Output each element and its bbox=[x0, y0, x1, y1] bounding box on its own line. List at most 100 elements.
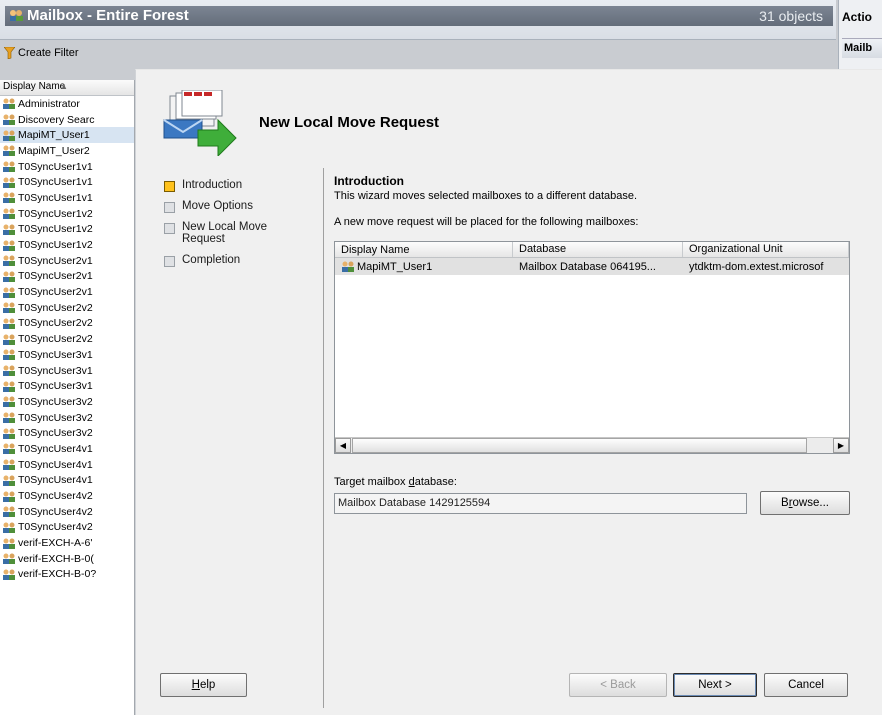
mailbox-list-item[interactable]: T0SyncUser4v2 bbox=[0, 520, 134, 536]
mailbox-list-item[interactable]: T0SyncUser1v2 bbox=[0, 237, 134, 253]
mailbox-user-icon bbox=[3, 553, 15, 565]
next-button[interactable]: Next > bbox=[673, 673, 757, 697]
mailbox-list-item[interactable]: T0SyncUser2v2 bbox=[0, 316, 134, 332]
mailbox-list-item[interactable]: MapiMT_User2 bbox=[0, 143, 134, 159]
create-filter-button[interactable]: Create Filter bbox=[4, 44, 79, 62]
mailbox-user-icon bbox=[3, 365, 15, 377]
step-label: Move Options bbox=[182, 200, 253, 212]
mailbox-list-item[interactable]: Administrator bbox=[0, 96, 134, 112]
grid-cell-text: MapiMT_User1 bbox=[357, 260, 433, 273]
browse-button[interactable]: Browse... bbox=[760, 491, 850, 515]
scroll-left-icon[interactable]: ◀ bbox=[335, 438, 351, 453]
mailbox-list-item[interactable]: Discovery Searc bbox=[0, 112, 134, 128]
mailbox-list-item-label: T0SyncUser1v2 bbox=[18, 239, 93, 252]
mailbox-list-item-label: MapiMT_User1 bbox=[18, 129, 90, 142]
mailbox-list-item[interactable]: T0SyncUser4v2 bbox=[0, 504, 134, 520]
mailbox-list-item-label: T0SyncUser2v2 bbox=[18, 333, 93, 346]
mailbox-list-item[interactable]: T0SyncUser1v2 bbox=[0, 222, 134, 238]
mailbox-list-item-label: T0SyncUser1v1 bbox=[18, 160, 93, 173]
scrollbar-thumb[interactable] bbox=[352, 438, 807, 453]
mailbox-user-icon bbox=[3, 224, 15, 235]
mailbox-user-icon bbox=[3, 381, 15, 392]
mailbox-user-icon bbox=[3, 130, 15, 141]
mailbox-list-item-label: T0SyncUser3v2 bbox=[18, 411, 93, 424]
mailbox-list-item-label: T0SyncUser1v2 bbox=[18, 223, 93, 236]
scroll-right-icon[interactable]: ▶ bbox=[833, 438, 849, 453]
mailbox-user-icon bbox=[3, 192, 15, 204]
mailbox-list-item[interactable]: T0SyncUser4v1 bbox=[0, 473, 134, 489]
mailbox-user-icon bbox=[3, 161, 15, 173]
mailbox-list-item-label: T0SyncUser4v1 bbox=[18, 442, 93, 455]
mailbox-list-item[interactable]: T0SyncUser4v1 bbox=[0, 457, 134, 473]
actions-section-header[interactable]: Mailb bbox=[842, 38, 882, 58]
mailboxes-grid: Display Name Database Organizational Uni… bbox=[334, 241, 850, 454]
step-label: Introduction bbox=[182, 179, 243, 191]
mailbox-list-item[interactable]: T0SyncUser2v1 bbox=[0, 269, 134, 285]
mailbox-list-item-label: T0SyncUser2v2 bbox=[18, 317, 93, 330]
step-marker-icon bbox=[164, 256, 175, 267]
mailbox-list-item[interactable]: T0SyncUser3v1 bbox=[0, 347, 134, 363]
mailbox-user-icon bbox=[3, 475, 15, 486]
mailbox-list-item-label: T0SyncUser3v1 bbox=[18, 348, 93, 361]
mailbox-list-item[interactable]: T0SyncUser2v2 bbox=[0, 300, 134, 316]
sort-ascending-icon: ▲ bbox=[60, 82, 68, 91]
mailbox-user-icon bbox=[3, 349, 15, 361]
cancel-button[interactable]: Cancel bbox=[764, 673, 848, 697]
target-database-field[interactable]: Mailbox Database 1429125594 bbox=[334, 493, 747, 514]
mailbox-user-icon bbox=[3, 334, 15, 345]
mailbox-list-item[interactable]: T0SyncUser4v1 bbox=[0, 441, 134, 457]
target-database-label: Target mailbox database: bbox=[334, 476, 457, 488]
mailbox-list-item[interactable]: T0SyncUser1v1 bbox=[0, 190, 134, 206]
back-button[interactable]: < Back bbox=[569, 673, 667, 697]
mailbox-user-icon bbox=[3, 98, 15, 110]
column-display-name[interactable]: Display Name bbox=[335, 242, 513, 257]
step-label: Completion bbox=[182, 254, 241, 266]
horizontal-scrollbar[interactable]: ◀ ▶ bbox=[335, 437, 849, 453]
mailbox-user-icon bbox=[3, 177, 15, 188]
mailbox-user-icon bbox=[3, 491, 15, 502]
mailbox-list-item[interactable]: T0SyncUser3v2 bbox=[0, 425, 134, 441]
mailbox-list-item-label: verif-EXCH-B-0( bbox=[18, 552, 94, 565]
mailbox-list-item[interactable]: verif-EXCH-A-6' bbox=[0, 535, 134, 551]
object-count: 31 objects bbox=[759, 8, 823, 24]
mailbox-list-item[interactable]: verif-EXCH-B-0? bbox=[0, 567, 134, 583]
mailbox-list-item[interactable]: T0SyncUser2v1 bbox=[0, 284, 134, 300]
mailbox-user-icon bbox=[342, 261, 354, 272]
page-description: This wizard moves selected mailboxes to … bbox=[334, 190, 638, 202]
step-new-local-move-request: New Local Move Request bbox=[164, 221, 294, 245]
mailbox-list-item[interactable]: T0SyncUser2v2 bbox=[0, 331, 134, 347]
mailbox-user-icon bbox=[3, 255, 15, 267]
mailbox-list-item[interactable]: T0SyncUser3v2 bbox=[0, 410, 134, 426]
mailbox-list-item-label: T0SyncUser2v1 bbox=[18, 270, 93, 283]
mailbox-list-item[interactable]: T0SyncUser3v1 bbox=[0, 378, 134, 394]
column-database[interactable]: Database bbox=[513, 242, 683, 257]
mailbox-user-icon bbox=[3, 208, 15, 220]
mailbox-list-item[interactable]: T0SyncUser1v1 bbox=[0, 174, 134, 190]
mailbox-list-item[interactable]: verif-EXCH-B-0( bbox=[0, 551, 134, 567]
step-introduction: Introduction bbox=[164, 179, 294, 192]
mailbox-user-icon bbox=[3, 538, 15, 549]
mailbox-list-item[interactable]: T0SyncUser4v2 bbox=[0, 488, 134, 504]
mailbox-list-item-label: T0SyncUser2v1 bbox=[18, 254, 93, 267]
new-local-move-request-wizard: New Local Move Request Introduction Move… bbox=[135, 69, 882, 715]
step-marker-icon bbox=[164, 202, 175, 213]
filter-icon bbox=[4, 47, 15, 59]
wizard-title: New Local Move Request bbox=[259, 114, 440, 131]
mailbox-list-item-label: T0SyncUser4v2 bbox=[18, 521, 93, 534]
grid-cell-display-name: MapiMT_User1 bbox=[335, 261, 513, 273]
grid-row[interactable]: MapiMT_User1 Mailbox Database 064195... … bbox=[335, 258, 849, 275]
mailbox-list-item-label: Administrator bbox=[18, 97, 80, 110]
mailbox-list-item[interactable]: T0SyncUser3v1 bbox=[0, 363, 134, 379]
help-button[interactable]: Help bbox=[160, 673, 247, 697]
mailbox-list-item[interactable]: T0SyncUser1v1 bbox=[0, 159, 134, 175]
display-name-column-header[interactable]: Display Name ▲ bbox=[0, 80, 134, 96]
mailbox-list-item[interactable]: T0SyncUser2v1 bbox=[0, 253, 134, 269]
mailbox-list-item-label: T0SyncUser1v1 bbox=[18, 191, 93, 204]
step-completion: Completion bbox=[164, 254, 294, 267]
mailbox-list-item[interactable]: T0SyncUser3v2 bbox=[0, 394, 134, 410]
mailbox-list-item[interactable]: MapiMT_User1 bbox=[0, 127, 134, 144]
console-title-bar: Mailbox - Entire Forest 31 objects bbox=[5, 6, 833, 26]
mailbox-user-icon bbox=[3, 240, 15, 251]
mailbox-list-item[interactable]: T0SyncUser1v2 bbox=[0, 206, 134, 222]
column-organizational-unit[interactable]: Organizational Unit bbox=[683, 242, 849, 257]
